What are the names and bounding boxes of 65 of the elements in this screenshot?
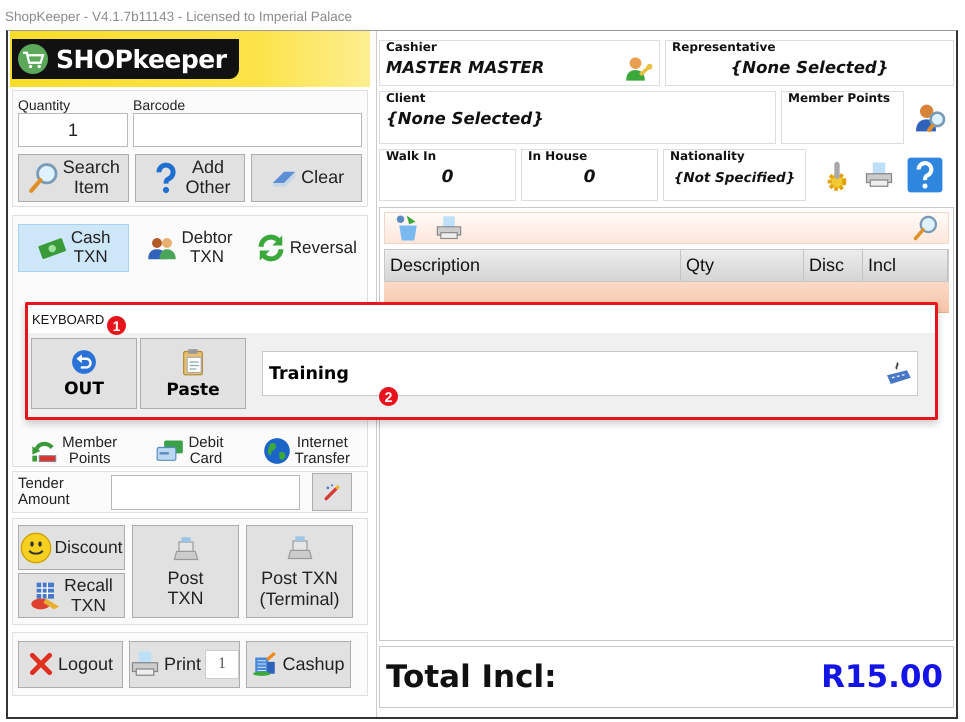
column-header[interactable]: Incl [863, 250, 948, 281]
smiley-icon [20, 532, 52, 564]
field-label: Barcode [133, 97, 186, 113]
post-terminal-button[interactable]: Post TXN (Terminal) [246, 525, 353, 618]
field-label: Representative [672, 40, 776, 54]
building-icon [252, 651, 278, 677]
print-button[interactable]: Print 1 [129, 640, 240, 688]
paste-button[interactable]: Paste [140, 338, 246, 409]
field-label: Tender Amount [18, 476, 71, 508]
search-icon[interactable] [912, 214, 940, 242]
tender-amount-field[interactable] [111, 474, 300, 510]
cash-register-icon [172, 534, 200, 563]
help-icon[interactable] [906, 156, 944, 194]
printer-icon[interactable] [435, 214, 463, 242]
logo-text: SHOPkeeper [56, 44, 227, 74]
payment-option[interactable]: Member Points [18, 432, 130, 470]
discount-button[interactable]: Discount [18, 525, 125, 570]
person-search-icon[interactable] [916, 102, 948, 134]
field-value: 0 [442, 167, 454, 187]
add-other-button[interactable]: Add Other [134, 154, 246, 202]
magic-wand-icon [322, 482, 342, 502]
printer-icon [130, 649, 160, 679]
cross-icon [28, 651, 54, 677]
column-header[interactable]: Disc [804, 250, 863, 281]
field-label: Member Points [788, 91, 890, 105]
field-value: {Not Specified} [674, 170, 796, 186]
printer-icon[interactable] [864, 160, 894, 190]
column-header[interactable]: Qty [681, 250, 804, 281]
field-value: {None Selected} [730, 58, 888, 77]
payment-option[interactable]: Internet Transfer [250, 432, 362, 470]
payment-option[interactable]: Reversal [250, 224, 362, 272]
cash-register-icon [286, 534, 314, 562]
field-label: In House [528, 149, 588, 163]
field-value: MASTER MASTER [386, 58, 544, 77]
cashup-button[interactable]: Cashup [246, 640, 351, 688]
field-value: 0 [584, 167, 596, 187]
barcode-field[interactable] [133, 113, 362, 147]
shopping-cart-icon [18, 44, 48, 74]
payment-option[interactable]: Debtor TXN [134, 224, 246, 272]
field-value: {None Selected} [386, 109, 544, 128]
window-title: ShopKeeper - V4.1.7b11143 - Licensed to Imperial Palace [5, 9, 352, 25]
payment-option[interactable]: Debit Card [134, 432, 246, 470]
field-label: Quantity [18, 97, 72, 113]
logout-button[interactable]: Logout [18, 640, 123, 688]
out-button[interactable]: OUT [31, 338, 137, 409]
post-button[interactable]: Post TXN [132, 525, 239, 618]
person-key-icon[interactable] [625, 55, 653, 83]
payment-option[interactable]: Cash TXN [18, 224, 130, 272]
quantity-field[interactable]: 1 [18, 113, 128, 147]
total-label: Total Incl: [386, 659, 556, 695]
clear-button[interactable]: Clear [251, 154, 362, 202]
wand-button[interactable] [312, 473, 352, 511]
recall-button[interactable]: Recall TXN [18, 573, 125, 618]
field-label: Client [386, 91, 426, 105]
field-label: Cashier [386, 40, 437, 54]
panel-title: KEYBOARD [32, 312, 104, 326]
search-item-button[interactable]: Search Item [18, 154, 129, 202]
callout-badge: 2 [379, 387, 398, 406]
total-amount: R15.00 [821, 659, 943, 695]
globe-icon [262, 437, 291, 465]
field-label: Nationality [670, 149, 745, 163]
refresh-arrows-icon [256, 233, 286, 263]
copies-field[interactable]: 1 [205, 650, 239, 678]
column-header[interactable]: Description [385, 250, 681, 281]
field-label: Walk In [386, 149, 436, 163]
